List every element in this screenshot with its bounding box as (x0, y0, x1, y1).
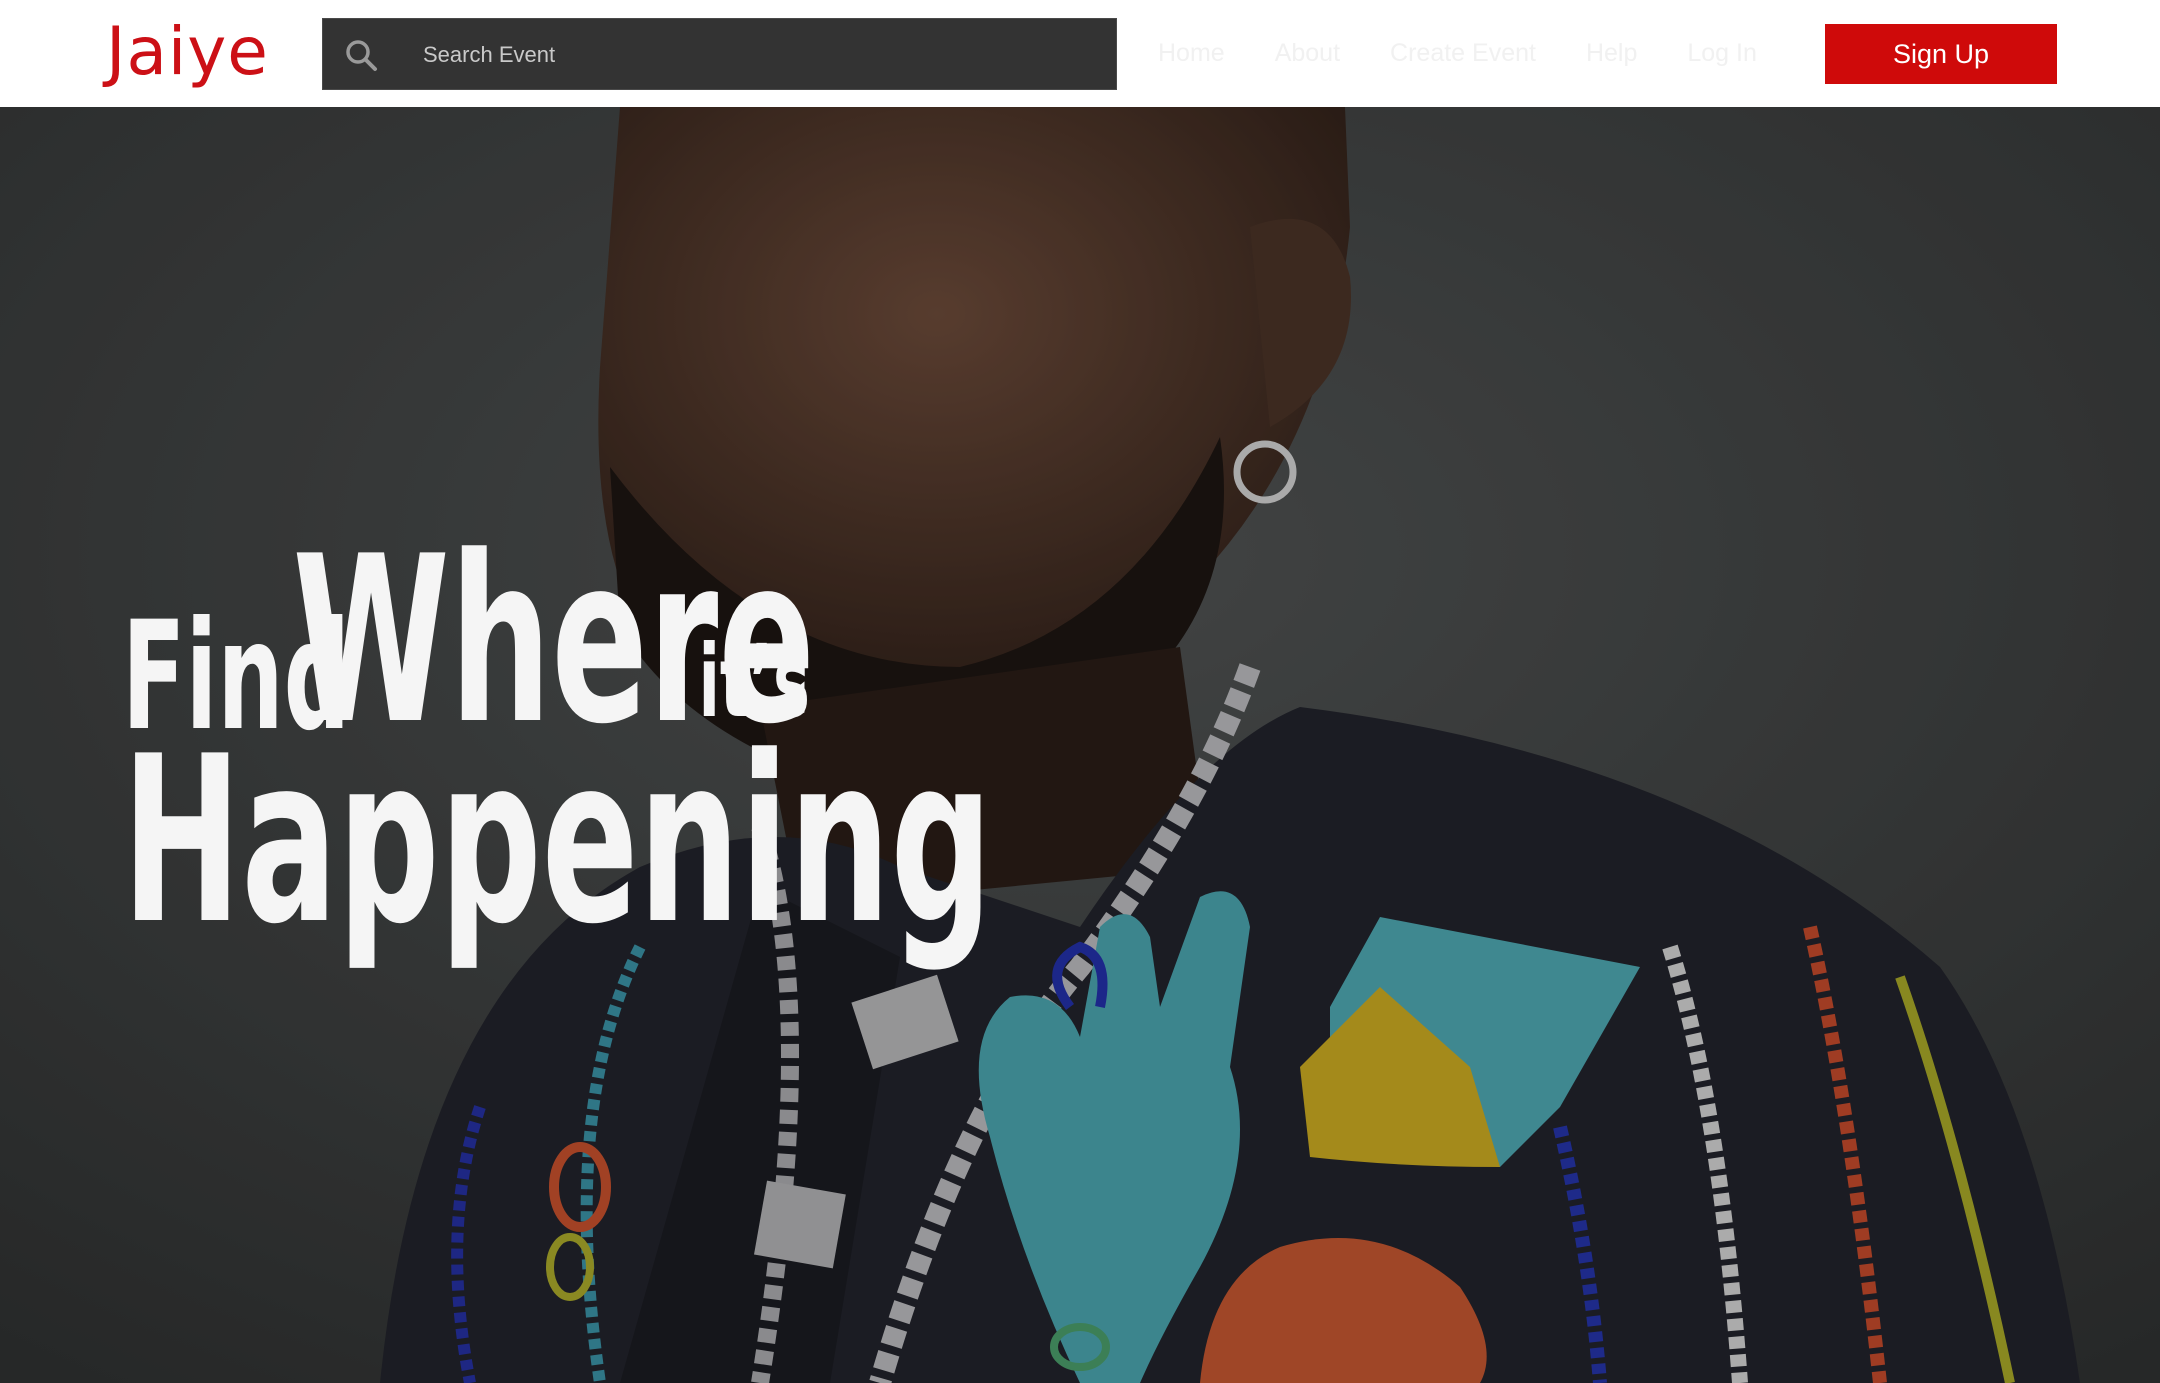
signup-button[interactable]: Sign Up (1825, 24, 2057, 84)
nav-help-link[interactable]: Help (1586, 39, 1637, 68)
nav-create-event-link[interactable]: Create Event (1390, 39, 1536, 68)
search-bar[interactable] (322, 18, 1117, 91)
search-icon[interactable] (343, 37, 379, 73)
main-nav: Home About Create Event Help Log In (1158, 0, 1807, 107)
brand-logo[interactable]: Jaiye (106, 6, 269, 98)
nav-login-link[interactable]: Log In (1687, 39, 1757, 68)
hero-banner: Find Where it’s Happening (0, 107, 2160, 1383)
top-navbar: Jaiye Home About Create Event Help Log I… (0, 0, 2160, 107)
nav-home-link[interactable]: Home (1158, 39, 1225, 68)
headline-word-happening: Happening (122, 708, 993, 975)
nav-about-link[interactable]: About (1275, 39, 1340, 68)
search-input[interactable] (423, 19, 1083, 91)
